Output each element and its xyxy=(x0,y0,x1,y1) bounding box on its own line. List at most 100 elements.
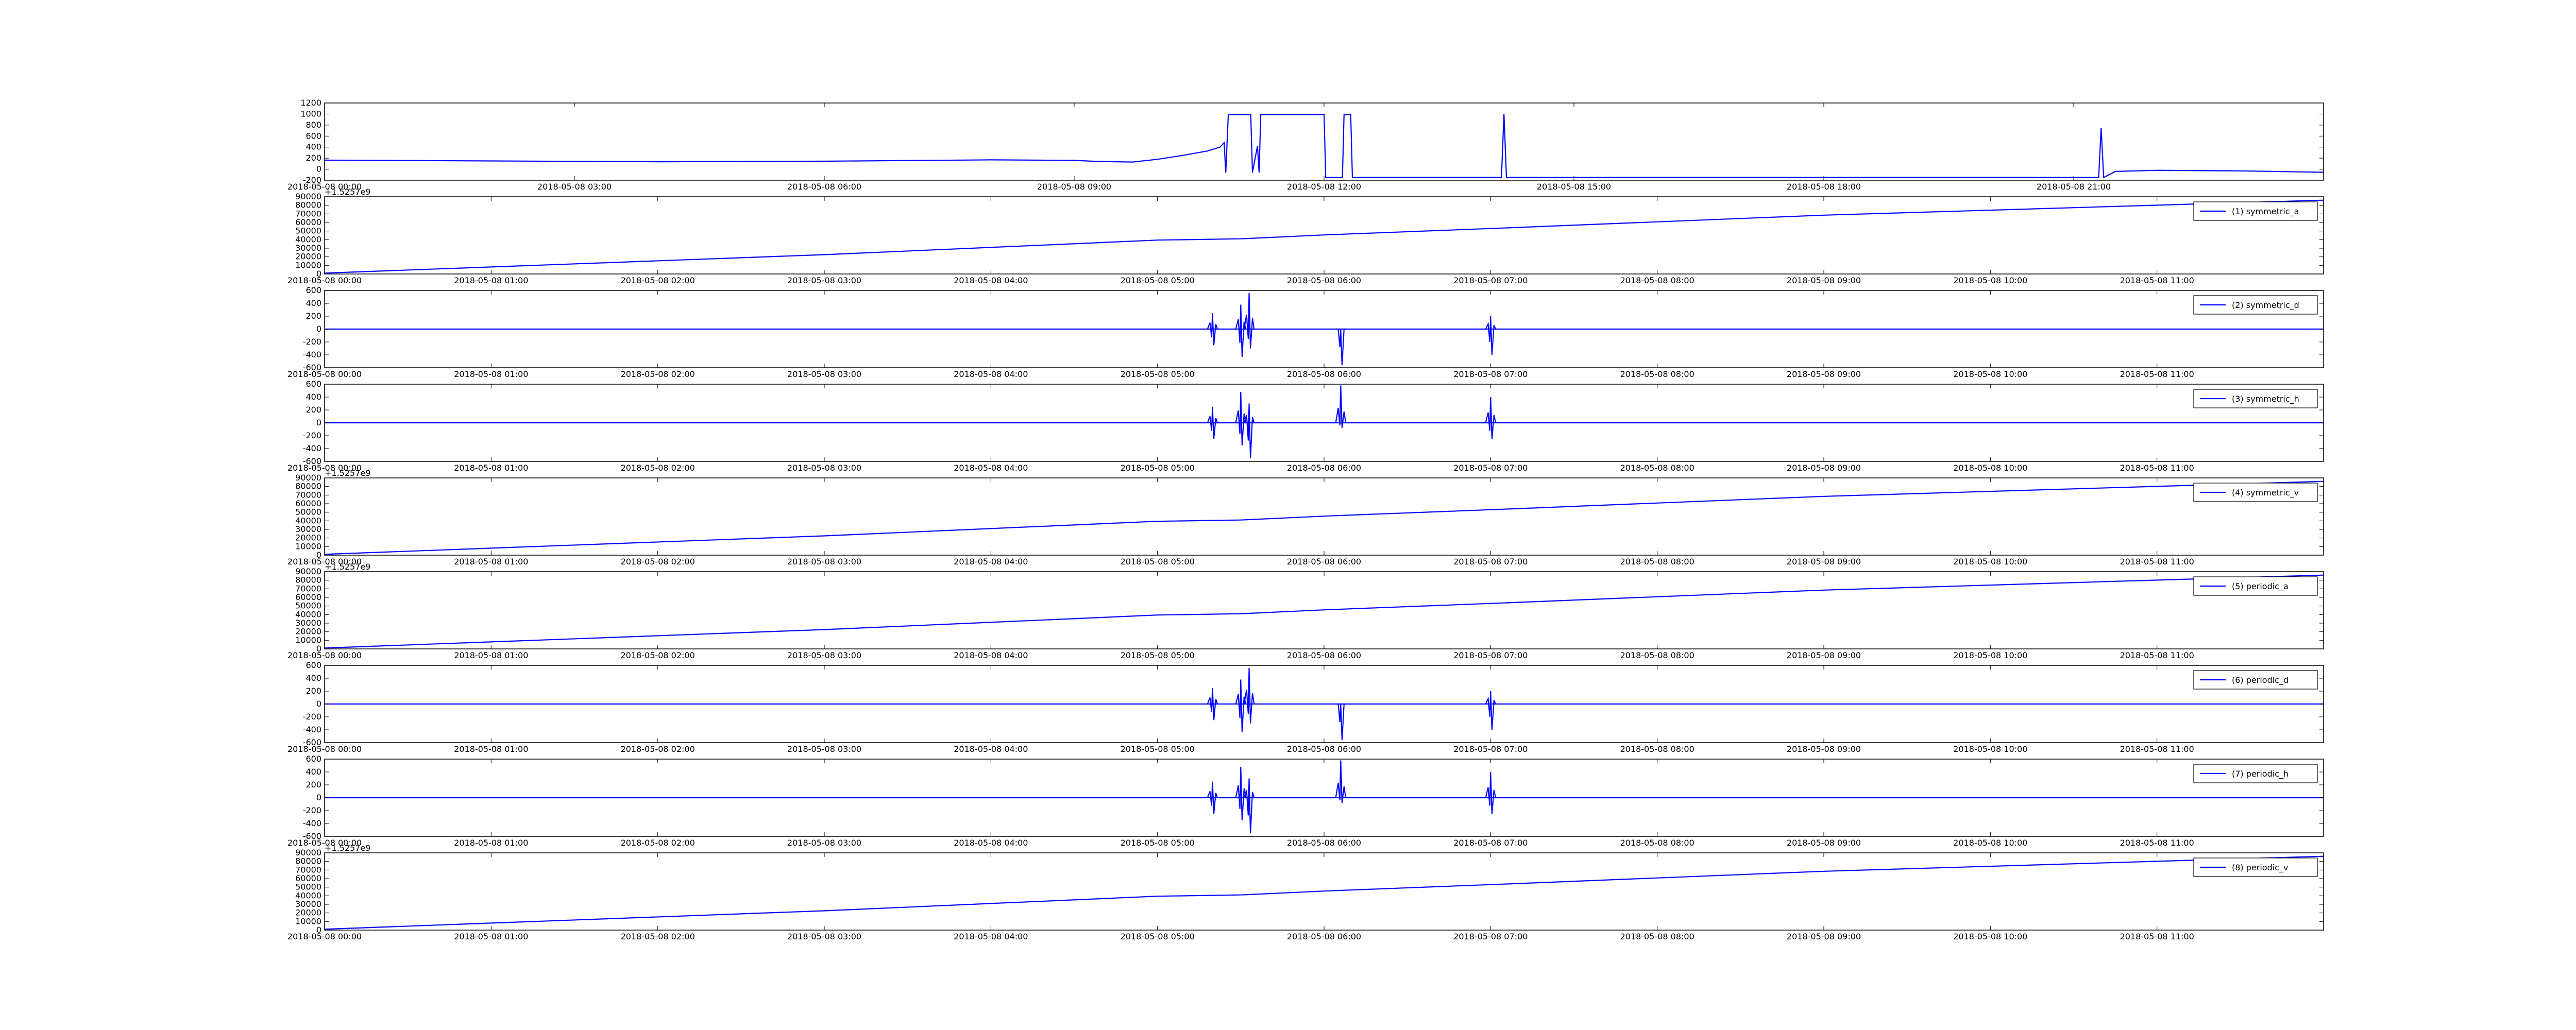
x-tick-label: 2018-05-08 08:00 xyxy=(1620,463,1694,473)
y-tick-label: 80000 xyxy=(295,856,321,866)
x-tick-label: 2018-05-08 01:00 xyxy=(454,557,528,566)
series-line xyxy=(325,480,2324,555)
y-tick-label: 20000 xyxy=(295,252,321,262)
spike-mark xyxy=(1243,778,1255,833)
x-tick-label: 2018-05-08 09:00 xyxy=(1787,276,1861,285)
spike-mark xyxy=(1485,397,1497,439)
y-tick-label: 200 xyxy=(306,686,321,696)
x-tick-label: 2018-05-08 03:00 xyxy=(787,369,861,379)
x-tick-label: 2018-05-08 05:00 xyxy=(1121,650,1195,660)
x-tick-label: 2018-05-08 10:00 xyxy=(1953,463,2027,473)
y-tick-label: 0 xyxy=(316,324,321,334)
x-tick-label: 2018-05-08 00:00 xyxy=(287,276,362,285)
x-tick-label: 2018-05-08 11:00 xyxy=(2120,744,2194,754)
y-tick-label: 90000 xyxy=(295,473,321,483)
x-tick-label: 2018-05-08 07:00 xyxy=(1453,369,1528,379)
x-tick-label: 2018-05-08 06:00 xyxy=(1287,838,1361,848)
panel-3: -600-400-20002004006002018-05-08 00:00 20… xyxy=(287,285,2324,379)
y-tick-label: 0 xyxy=(316,699,321,709)
y-tick-label: 90000 xyxy=(295,848,321,857)
x-tick-label: 2018-05-08 02:00 xyxy=(621,276,695,285)
y-tick-label: 50000 xyxy=(295,507,321,517)
spike-mark xyxy=(1235,766,1247,820)
x-tick-label: 2018-05-08 18:00 xyxy=(1787,182,1861,192)
x-tick-label: 2018-05-08 08:00 xyxy=(1620,650,1694,660)
legend-label: (4) symmetric_v xyxy=(2232,488,2299,498)
x-tick-label: 2018-05-08 03:00 xyxy=(787,838,861,848)
y-tick-label: 70000 xyxy=(295,865,321,874)
y-tick-label: 60000 xyxy=(295,873,321,883)
axis-offset-text: +1.5257e9 xyxy=(325,187,370,197)
x-tick-label: 2018-05-08 00:00 xyxy=(287,369,362,379)
legend-label: (5) periodic_a xyxy=(2232,581,2289,592)
x-tick-label: 2018-05-08 10:00 xyxy=(1953,369,2027,379)
y-tick-label: 40000 xyxy=(295,234,321,244)
x-tick-label: 2018-05-08 01:00 xyxy=(454,744,528,754)
x-tick-label: 2018-05-08 06:00 xyxy=(1287,932,1361,941)
x-tick-label: 2018-05-08 10:00 xyxy=(1953,276,2027,285)
spike-mark xyxy=(1335,385,1347,428)
y-tick-label: 0 xyxy=(316,164,321,174)
x-tick-label: 2018-05-08 05:00 xyxy=(1121,932,1195,941)
y-tick-label: 40000 xyxy=(295,516,321,525)
y-tick-label: 50000 xyxy=(295,882,321,892)
y-tick-label: 600 xyxy=(306,131,321,141)
x-tick-label: 2018-05-08 11:00 xyxy=(2120,276,2194,285)
y-tick-label: 1200 xyxy=(300,98,321,108)
series-line xyxy=(325,574,2324,649)
y-tick-label: 10000 xyxy=(295,916,321,926)
y-tick-label: 40000 xyxy=(295,890,321,900)
x-tick-label: 2018-05-08 05:00 xyxy=(1121,744,1195,754)
x-tick-label: 2018-05-08 09:00 xyxy=(1037,182,1111,192)
x-tick-label: 2018-05-08 04:00 xyxy=(954,744,1028,754)
y-tick-label: -400 xyxy=(303,443,321,453)
x-tick-label: 2018-05-08 08:00 xyxy=(1620,838,1694,848)
y-tick-label: 30000 xyxy=(295,899,321,909)
y-tick-label: 30000 xyxy=(295,524,321,534)
y-tick-label: 400 xyxy=(306,392,321,402)
spike-mark xyxy=(1243,403,1255,458)
spike-mark xyxy=(1235,304,1247,357)
y-tick-label: 0 xyxy=(316,793,321,802)
panel-2: 0100002000030000400005000060000700008000… xyxy=(287,187,2324,285)
x-tick-label: 2018-05-08 08:00 xyxy=(1620,557,1694,566)
panel-5: 0100002000030000400005000060000700008000… xyxy=(287,468,2324,566)
y-tick-label: 80000 xyxy=(295,575,321,585)
y-tick-label: 400 xyxy=(306,673,321,683)
x-tick-label: 2018-05-08 01:00 xyxy=(454,838,528,848)
x-tick-label: 2018-05-08 05:00 xyxy=(1121,276,1195,285)
x-tick-label: 2018-05-08 05:00 xyxy=(1121,463,1195,473)
x-tick-label: 2018-05-08 15:00 xyxy=(1537,182,1611,192)
axis-offset-text: +1.5257e9 xyxy=(325,843,370,853)
y-tick-label: 600 xyxy=(306,285,321,295)
x-tick-label: 2018-05-08 08:00 xyxy=(1620,932,1694,941)
panel-1: -2000200400600800100012002018-05-08 00:0… xyxy=(287,98,2324,192)
x-tick-label: 2018-05-08 04:00 xyxy=(954,838,1028,848)
x-tick-label: 2018-05-08 07:00 xyxy=(1453,650,1528,660)
x-tick-label: 2018-05-08 03:00 xyxy=(537,182,612,192)
legend-label: (1) symmetric_a xyxy=(2232,207,2299,217)
x-tick-label: 2018-05-08 03:00 xyxy=(787,932,861,941)
legend-label: (3) symmetric_h xyxy=(2232,394,2299,404)
y-tick-label: 30000 xyxy=(295,243,321,253)
x-tick-label: 2018-05-08 06:00 xyxy=(1287,276,1361,285)
y-tick-label: 60000 xyxy=(295,217,321,227)
x-tick-label: 2018-05-08 04:00 xyxy=(954,932,1028,941)
y-tick-label: 200 xyxy=(306,311,321,321)
x-tick-label: 2018-05-08 01:00 xyxy=(454,932,528,941)
x-tick-label: 2018-05-08 09:00 xyxy=(1787,369,1861,379)
axis-offset-text: +1.5257e9 xyxy=(325,562,370,572)
y-tick-label: 90000 xyxy=(295,192,321,201)
x-tick-label: 2018-05-08 06:00 xyxy=(1287,557,1361,566)
spike-mark xyxy=(1335,328,1346,366)
y-tick-label: 400 xyxy=(306,767,321,777)
y-tick-label: 70000 xyxy=(295,583,321,593)
x-tick-label: 2018-05-08 03:00 xyxy=(787,650,861,660)
y-tick-label: -200 xyxy=(303,431,321,440)
x-tick-label: 2018-05-08 09:00 xyxy=(1787,838,1861,848)
x-tick-label: 2018-05-08 02:00 xyxy=(621,650,695,660)
x-tick-label: 2018-05-08 07:00 xyxy=(1453,557,1528,566)
x-tick-label: 2018-05-08 11:00 xyxy=(2120,557,2194,566)
x-tick-label: 2018-05-08 04:00 xyxy=(954,463,1028,473)
panel-9: 0100002000030000400005000060000700008000… xyxy=(287,843,2324,941)
